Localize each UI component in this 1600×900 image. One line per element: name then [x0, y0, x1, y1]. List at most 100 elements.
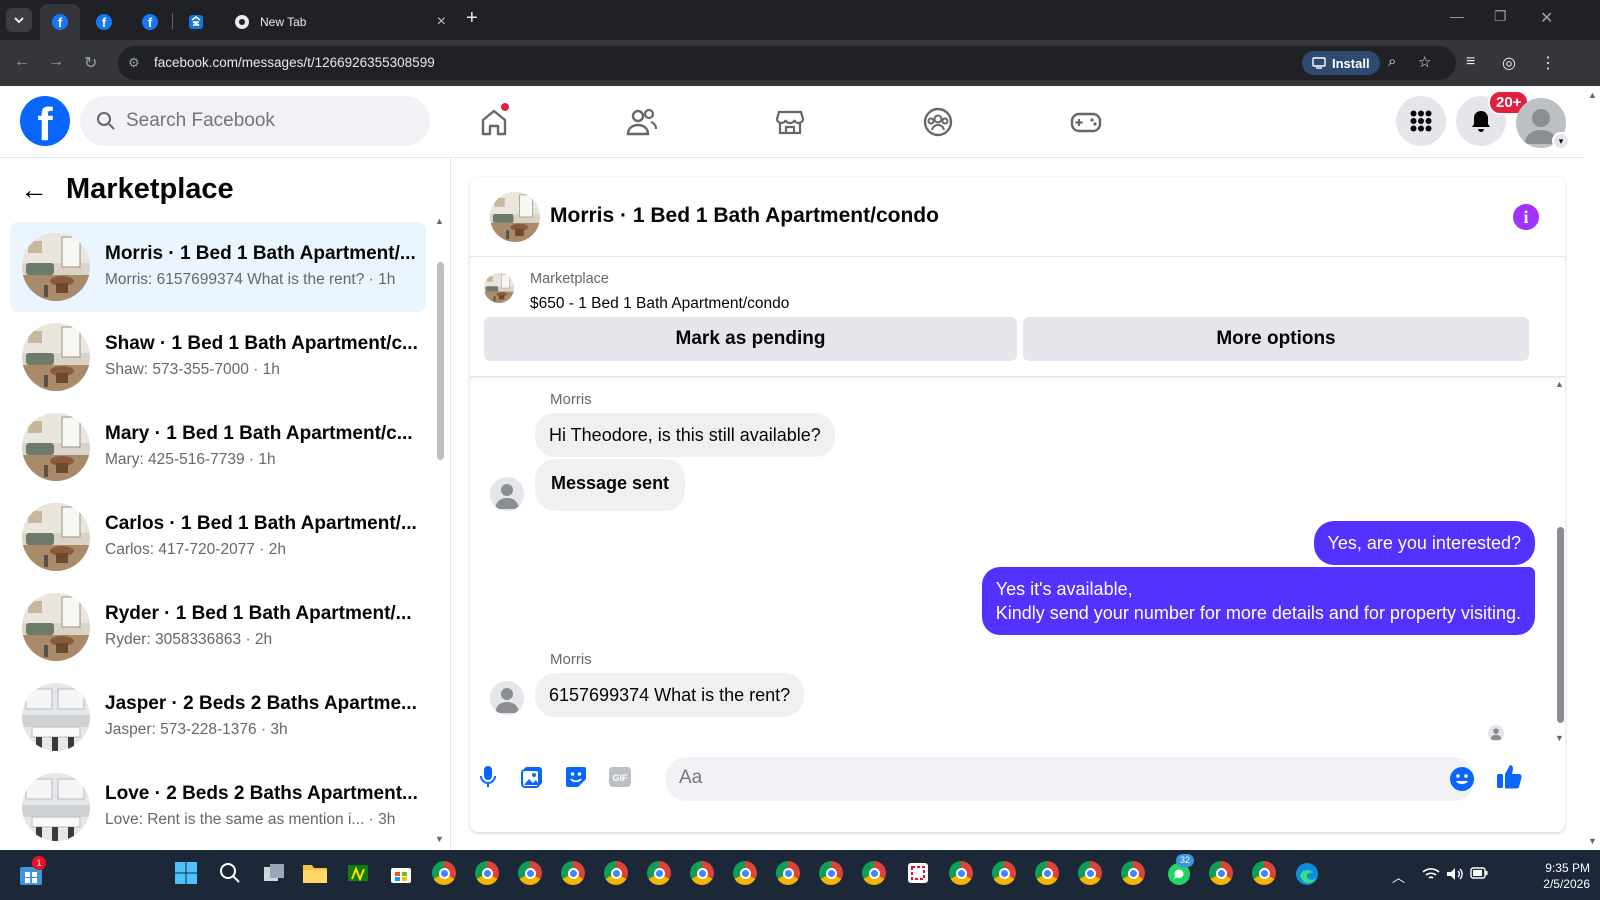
taskbar-search[interactable] [218, 861, 244, 887]
chrome-taskbar-app[interactable] [992, 861, 1018, 887]
account-chevron-icon[interactable]: ▾ [1552, 132, 1570, 150]
chrome-taskbar-app[interactable] [518, 861, 544, 887]
chrome-taskbar-app[interactable] [862, 861, 888, 887]
file-explorer-app[interactable] [302, 861, 328, 887]
conversation-row[interactable]: Mary · 1 Bed 1 Bath Apartment/c... Mary: … [10, 402, 426, 492]
scroll-up-arrow-icon[interactable]: ▲ [435, 216, 444, 226]
chrome-taskbar-app[interactable] [647, 861, 673, 887]
chrome-taskbar-app[interactable] [1252, 861, 1278, 887]
attach-photo-button[interactable] [518, 763, 546, 791]
chrome-taskbar-app[interactable] [604, 861, 630, 887]
chrome-taskbar-app[interactable] [690, 861, 716, 887]
zoom-icon[interactable]: ⌕ [1388, 53, 1396, 70]
info-icon[interactable]: i [1513, 204, 1539, 230]
mark-as-pending-button[interactable]: Mark as pending [484, 317, 1017, 361]
chrome-taskbar-app[interactable] [432, 861, 458, 887]
chrome-taskbar-app[interactable] [1121, 861, 1147, 887]
listing-thumbnail[interactable] [484, 273, 514, 303]
voice-clip-button[interactable] [474, 763, 502, 791]
browser-tab-zillow[interactable] [178, 4, 214, 40]
forward-icon[interactable]: → [48, 53, 64, 71]
nav-groups[interactable] [918, 102, 958, 142]
profile-icon[interactable]: ◎ [1502, 53, 1516, 73]
chat-avatar[interactable] [490, 192, 540, 242]
chrome-taskbar-app[interactable] [1035, 861, 1061, 887]
conversation-row[interactable]: Jasper · 2 Beds 2 Baths Apartme... Jasper… [10, 672, 426, 762]
scroll-down-arrow-icon[interactable]: ▼ [1588, 836, 1597, 846]
menu-kebab-icon[interactable]: ⋮ [1540, 53, 1556, 73]
url-text[interactable]: facebook.com/messages/t/1266926355308599 [154, 55, 435, 70]
reload-icon[interactable]: ↻ [84, 53, 97, 73]
browser-tab-facebook-active[interactable]: f [40, 4, 80, 40]
reading-list-icon[interactable]: ≡ [1466, 53, 1475, 71]
browser-tab-facebook-2[interactable]: f [86, 4, 122, 40]
emoji-button[interactable] [1449, 766, 1475, 792]
task-view-button[interactable] [262, 861, 288, 887]
install-button[interactable]: Install [1302, 51, 1380, 75]
gif-button[interactable]: GIF [606, 763, 634, 791]
sender-avatar[interactable] [490, 477, 524, 511]
ms-store-app[interactable] [389, 861, 415, 887]
conversation-row[interactable]: Shaw · 1 Bed 1 Bath Apartment/c... Shaw: … [10, 312, 426, 402]
search-input[interactable] [126, 110, 406, 132]
outgoing-message[interactable]: Yes, are you interested? [1313, 521, 1535, 565]
nav-home[interactable] [474, 102, 514, 142]
wifi-icon[interactable] [1422, 867, 1440, 881]
tab-search-button[interactable] [6, 8, 32, 32]
back-arrow-icon[interactable]: ← [20, 174, 48, 206]
minimize-icon[interactable]: — [1450, 8, 1464, 24]
page-scrollbar[interactable]: ▲ ▼ [1584, 86, 1600, 850]
facebook-logo[interactable]: f [20, 96, 70, 146]
outgoing-message[interactable]: Yes it's available, Kindly send your num… [981, 567, 1535, 635]
edge-app[interactable] [1294, 861, 1320, 887]
conversation-row[interactable]: Morris · 1 Bed 1 Bath Apartment/... Morri… [10, 222, 426, 312]
close-window-icon[interactable]: ✕ [1540, 8, 1553, 28]
chrome-taskbar-app[interactable] [949, 861, 975, 887]
listing-title[interactable]: $650 - 1 Bed 1 Bath Apartment/condo [530, 295, 789, 313]
omnibox[interactable]: ⚙ facebook.com/messages/t/12669263553085… [118, 46, 1456, 80]
menu-grid-button[interactable] [1396, 96, 1446, 146]
incoming-message[interactable]: Message sent [535, 459, 686, 511]
chrome-taskbar-app[interactable] [561, 861, 587, 887]
sticker-button[interactable] [562, 763, 590, 791]
scroll-down-arrow-icon[interactable]: ▼ [435, 834, 444, 844]
chat-title[interactable]: Morris · 1 Bed 1 Bath Apartment/condo [550, 204, 939, 228]
message-input[interactable] [679, 767, 1439, 789]
like-button[interactable] [1494, 761, 1524, 791]
chat-scroll-thumb[interactable] [1557, 527, 1564, 723]
nav-gaming[interactable] [1066, 102, 1106, 142]
message-input-box[interactable] [665, 757, 1475, 801]
battery-icon[interactable] [1470, 867, 1488, 879]
start-button[interactable] [174, 861, 200, 887]
more-options-button[interactable]: More options [1023, 317, 1529, 361]
system-clock[interactable]: 9:35 PM 2/5/2026 [1520, 860, 1590, 892]
conversation-row[interactable]: Carlos · 1 Bed 1 Bath Apartment/... Carlo… [10, 492, 426, 582]
conversation-row[interactable]: Ryder · 1 Bed 1 Bath Apartment/... Ryder:… [10, 582, 426, 672]
scroll-up-arrow-icon[interactable]: ▲ [1555, 379, 1564, 389]
nav-friends[interactable] [622, 102, 662, 142]
chrome-taskbar-app[interactable] [1078, 861, 1104, 887]
chrome-taskbar-app[interactable] [733, 861, 759, 887]
conversation-row[interactable]: Love · 2 Beds 2 Baths Apartment... Love: … [10, 762, 426, 852]
new-tab-button[interactable]: + [466, 7, 478, 30]
browser-tab-new-tab[interactable]: New Tab × [224, 4, 454, 40]
scroll-down-arrow-icon[interactable]: ▼ [1555, 733, 1564, 743]
incoming-message[interactable]: 6157699374 What is the rent? [535, 673, 805, 717]
restore-icon[interactable]: ❐ [1494, 8, 1507, 25]
scroll-up-arrow-icon[interactable]: ▲ [1588, 90, 1597, 100]
volume-icon[interactable] [1446, 867, 1464, 881]
snipping-tool-app[interactable] [906, 861, 932, 887]
solitaire-app[interactable] [346, 861, 372, 887]
chrome-taskbar-app[interactable] [475, 861, 501, 887]
chrome-taskbar-app[interactable] [819, 861, 845, 887]
chrome-taskbar-app[interactable] [1209, 861, 1235, 887]
browser-tab-facebook-3[interactable]: f [132, 4, 168, 40]
incoming-message[interactable]: Hi Theodore, is this still available? [535, 413, 835, 457]
sender-avatar[interactable] [490, 681, 524, 715]
back-icon[interactable]: ← [14, 53, 30, 71]
chrome-taskbar-app[interactable] [776, 861, 802, 887]
sidebar-scroll-thumb[interactable] [437, 262, 444, 460]
tray-overflow-icon[interactable]: ︿ [1392, 867, 1405, 886]
bookmark-star-icon[interactable]: ☆ [1418, 53, 1431, 71]
site-info-icon[interactable]: ⚙ [128, 55, 140, 71]
